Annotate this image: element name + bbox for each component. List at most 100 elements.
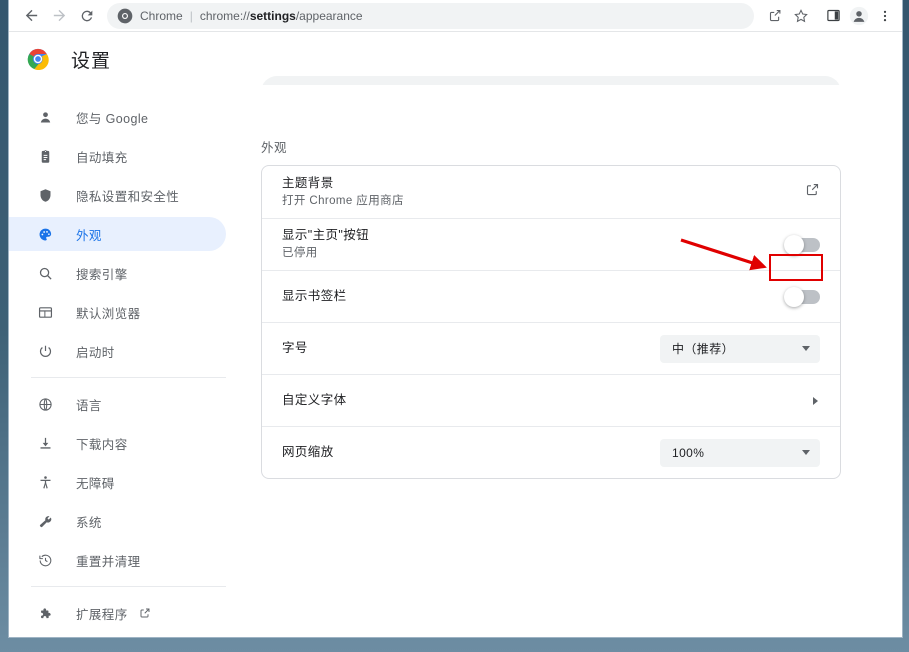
external-link-icon — [139, 607, 151, 619]
address-bar[interactable]: Chrome | chrome://settings/appearance — [107, 2, 754, 29]
row-title: 自定义字体 — [282, 393, 347, 407]
row-control[interactable]: 中（推荐） — [660, 334, 820, 363]
globe-icon — [36, 395, 54, 413]
row-texts: 显示书签栏 — [282, 288, 786, 305]
row-subtitle: 已停用 — [282, 247, 318, 259]
more-menu-icon[interactable] — [872, 3, 898, 29]
row-control[interactable] — [784, 234, 820, 255]
sidebar-item-label: 下载内容 — [76, 437, 128, 452]
sidebar-item-label: 语言 — [76, 398, 102, 413]
row-control[interactable] — [805, 182, 820, 202]
sidebar-item-privacy-security[interactable]: 隐私设置和安全性 — [9, 178, 226, 212]
row-customize-fonts[interactable]: 自定义字体 — [262, 374, 840, 426]
chevron-down-icon — [802, 450, 810, 455]
back-button[interactable] — [17, 2, 45, 30]
chevron-down-icon — [802, 346, 810, 351]
sidebar-item-label: 系统 — [76, 515, 102, 530]
sidebar-item-autofill[interactable]: 自动填充 — [9, 139, 226, 173]
sidebar-item-default-browser[interactable]: 默认浏览器 — [9, 295, 226, 329]
row-font-size[interactable]: 字号 中（推荐） — [262, 322, 840, 374]
row-texts: 字号 — [282, 340, 660, 357]
row-subtitle: 打开 Chrome 应用商店 — [282, 194, 404, 207]
row-control[interactable]: 100% — [660, 438, 820, 467]
row-show-home-button[interactable]: 显示"主页"按钮 已停用 — [262, 218, 840, 270]
row-title: 显示书签栏 — [282, 289, 347, 303]
sidebar-item-system[interactable]: 系统 — [9, 504, 226, 538]
omnibox-separator: | — [189, 8, 193, 23]
sidebar-item-languages[interactable]: 语言 — [9, 387, 226, 421]
url-bold-part: settings — [249, 8, 296, 23]
sidebar-item-label: 外观 — [76, 228, 102, 243]
sidebar-item-extensions[interactable]: 扩展程序 — [9, 596, 226, 630]
browser-window: Chrome | chrome://settings/appearance 设置… — [8, 0, 903, 638]
sidebar-item-downloads[interactable]: 下载内容 — [9, 426, 226, 460]
toggle-knob — [784, 234, 804, 255]
power-icon — [36, 342, 54, 360]
settings-main-content: 外观 主题背景 打开 Chrome 应用商店 显示"主页"按钮 已停用 显示书签… — [242, 85, 902, 637]
row-title: 显示"主页"按钮 — [282, 228, 370, 242]
sidebar-item-reset-cleanup[interactable]: 重置并清理 — [9, 543, 226, 577]
row-show-bookmarks-bar[interactable]: 显示书签栏 — [262, 270, 840, 322]
url-prefix: chrome:// — [199, 8, 250, 23]
sidebar-item-appearance[interactable]: 外观 — [9, 217, 226, 251]
row-texts: 网页缩放 — [282, 444, 660, 461]
page-zoom-select[interactable]: 100% — [660, 438, 820, 467]
shield-icon — [36, 186, 54, 204]
toggle-knob — [784, 286, 804, 307]
sidebar-item-label: 启动时 — [76, 345, 115, 360]
settings-sidebar: 您与 Google 自动填充 隐私设置和安全性 外观 搜索引擎 默认浏览器 启动… — [9, 85, 242, 637]
omnibox-app-name: Chrome — [140, 8, 183, 23]
row-title: 字号 — [282, 341, 308, 355]
puzzle-icon — [36, 604, 54, 622]
external-link-icon[interactable] — [805, 182, 820, 202]
row-title: 网页缩放 — [282, 445, 334, 459]
search-icon — [36, 264, 54, 282]
sidebar-item-label: 重置并清理 — [76, 554, 141, 569]
row-page-zoom[interactable]: 网页缩放 100% — [262, 426, 840, 478]
select-value: 中（推荐） — [672, 342, 735, 356]
chevron-right-icon — [813, 396, 818, 405]
sidebar-item-on-startup[interactable]: 启动时 — [9, 334, 226, 368]
reload-button[interactable] — [73, 2, 101, 30]
browser-window-icon — [36, 303, 54, 321]
row-control[interactable] — [784, 286, 820, 307]
side-panel-icon[interactable] — [820, 3, 846, 29]
row-texts: 主题背景 打开 Chrome 应用商店 — [282, 175, 805, 210]
chrome-icon — [117, 8, 133, 23]
sidebar-item-label: 自动填充 — [76, 150, 128, 165]
row-theme[interactable]: 主题背景 打开 Chrome 应用商店 — [262, 166, 840, 218]
url-suffix: /appearance — [295, 8, 363, 23]
profile-avatar-icon[interactable] — [846, 3, 872, 29]
omnibox-url: chrome://settings/appearance — [200, 9, 363, 23]
sidebar-item-label: 隐私设置和安全性 — [76, 189, 180, 204]
show-home-button-toggle[interactable] — [784, 234, 820, 255]
row-title: 主题背景 — [282, 175, 334, 190]
row-control[interactable] — [813, 396, 820, 405]
sidebar-item-you-and-google[interactable]: 您与 Google — [9, 100, 226, 134]
sidebar-divider — [31, 586, 226, 587]
appearance-settings-card: 主题背景 打开 Chrome 应用商店 显示"主页"按钮 已停用 显示书签栏 字… — [261, 165, 841, 479]
sidebar-item-search-engine[interactable]: 搜索引擎 — [9, 256, 226, 290]
sidebar-item-accessibility[interactable]: 无障碍 — [9, 465, 226, 499]
section-title: 外观 — [261, 141, 288, 155]
download-icon — [36, 434, 54, 452]
share-icon[interactable] — [762, 3, 788, 29]
browser-toolbar: Chrome | chrome://settings/appearance — [9, 0, 902, 32]
sidebar-item-about-chrome[interactable]: 关于 Chrome — [9, 635, 226, 637]
forward-button[interactable] — [45, 2, 73, 30]
font-size-select[interactable]: 中（推荐） — [660, 334, 820, 363]
palette-icon — [36, 225, 54, 243]
row-texts: 显示"主页"按钮 已停用 — [282, 227, 786, 262]
sidebar-item-label: 无障碍 — [76, 476, 115, 491]
show-bookmarks-bar-toggle[interactable] — [784, 286, 820, 307]
person-icon — [36, 108, 54, 126]
accessibility-icon — [36, 473, 54, 491]
sidebar-item-label: 搜索引擎 — [76, 267, 128, 282]
sidebar-item-label: 您与 Google — [76, 111, 149, 126]
history-restore-icon — [36, 551, 54, 569]
bookmark-star-icon[interactable] — [788, 3, 814, 29]
browser-window-frame: Chrome | chrome://settings/appearance 设置… — [0, 0, 909, 652]
chrome-logo — [27, 48, 49, 70]
sidebar-divider — [31, 377, 226, 378]
wrench-icon — [36, 512, 54, 530]
